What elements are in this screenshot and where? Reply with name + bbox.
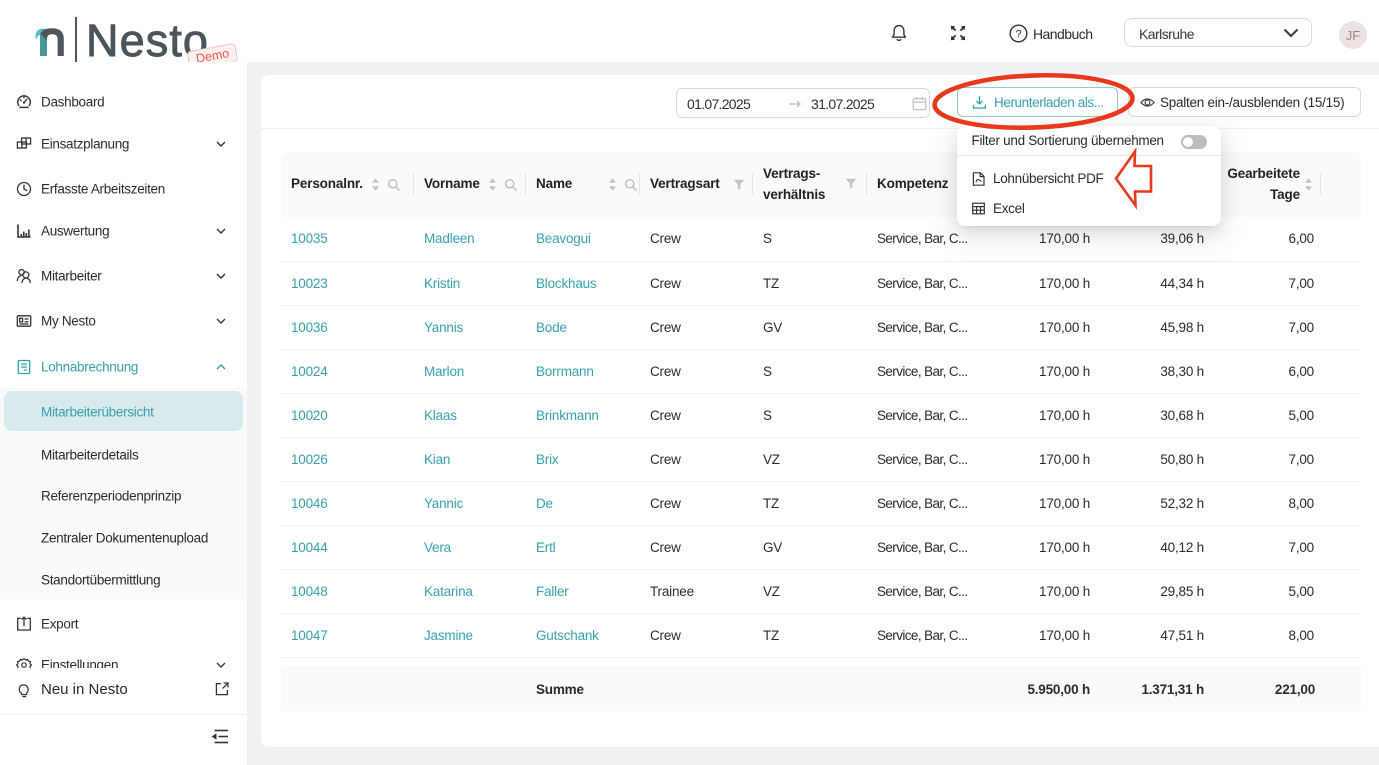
svg-text:?: ? bbox=[1015, 28, 1021, 40]
